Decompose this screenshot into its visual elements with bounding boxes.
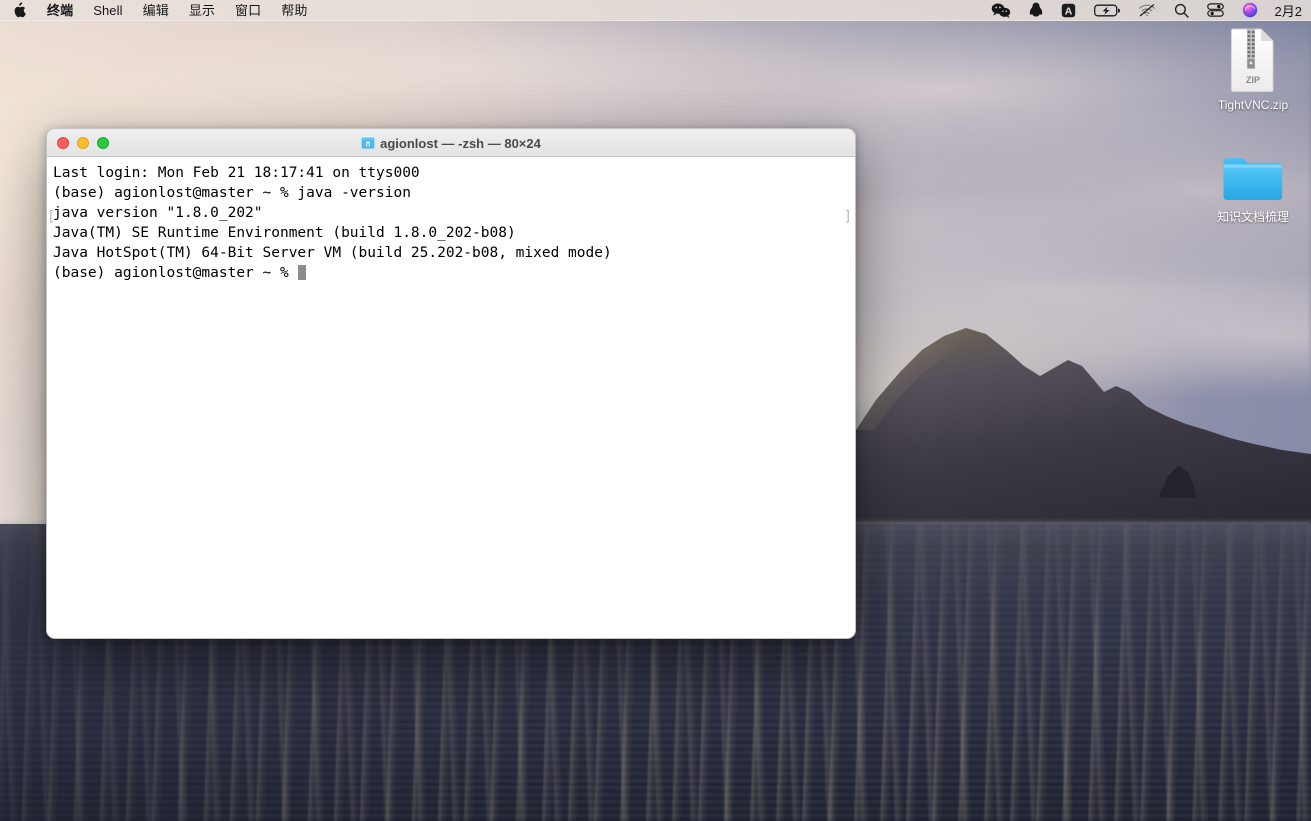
svg-text:A: A — [1064, 5, 1072, 17]
battery-charging-icon[interactable] — [1085, 0, 1129, 21]
terminal-line: Java(TM) SE Runtime Environment (build 1… — [53, 223, 855, 243]
menu-item-help[interactable]: 帮助 — [271, 0, 317, 21]
zip-file-icon: ZIP — [1227, 28, 1279, 92]
minimize-button[interactable] — [77, 137, 89, 149]
menu-item-terminal[interactable]: 终端 — [37, 0, 83, 21]
control-center-icon[interactable] — [1198, 0, 1233, 21]
menu-item-shell[interactable]: Shell — [83, 0, 132, 21]
terminal-title-group: agionlost — -zsh — 80×24 — [47, 129, 855, 157]
terminal-title-bar[interactable]: agionlost — -zsh — 80×24 — [47, 129, 855, 157]
desktop-icon-label: 知识文档梳理 — [1213, 209, 1293, 225]
wifi-off-icon[interactable] — [1129, 0, 1165, 21]
maximize-button[interactable] — [97, 137, 109, 149]
folder-icon — [1221, 140, 1285, 204]
siri-icon[interactable] — [1233, 0, 1267, 21]
input-method-a-icon[interactable]: A — [1052, 0, 1085, 21]
terminal-line: (base) agionlost@master ~ % java -versio… — [53, 183, 855, 203]
menu-bar: 终端 Shell 编辑 显示 窗口 帮助 — [0, 0, 1311, 21]
spotlight-search-icon[interactable] — [1165, 0, 1198, 21]
menu-item-window[interactable]: 窗口 — [225, 0, 271, 21]
terminal-title: agionlost — -zsh — 80×24 — [380, 136, 541, 151]
menu-item-edit[interactable]: 编辑 — [133, 0, 179, 21]
terminal-prompt-line: (base) agionlost@master ~ % — [53, 263, 855, 283]
terminal-line: Java HotSpot(TM) 64-Bit Server VM (build… — [53, 243, 855, 263]
terminal-window[interactable]: agionlost — -zsh — 80×24 [ ] Last login:… — [46, 128, 856, 639]
menu-bar-left: 终端 Shell 编辑 显示 窗口 帮助 — [0, 0, 317, 21]
window-controls — [47, 137, 109, 149]
terminal-cursor — [298, 265, 306, 280]
menu-bar-clock[interactable]: 2月2 — [1267, 1, 1306, 20]
desktop: 终端 Shell 编辑 显示 窗口 帮助 — [0, 0, 1311, 821]
terminal-line: java version "1.8.0_202" — [53, 203, 855, 223]
terminal-line: Last login: Mon Feb 21 18:17:41 on ttys0… — [53, 163, 855, 183]
menu-bar-status-area: A — [982, 0, 1311, 21]
svg-text:ZIP: ZIP — [1246, 75, 1260, 85]
qq-penguin-icon[interactable] — [1020, 0, 1052, 21]
prompt-mark-left: [ — [47, 209, 55, 225]
terminal-folder-icon — [361, 136, 375, 150]
terminal-output[interactable]: [ ] Last login: Mon Feb 21 18:17:41 on t… — [47, 157, 855, 639]
wechat-icon[interactable] — [982, 0, 1020, 21]
terminal-prompt: (base) agionlost@master ~ % — [53, 265, 297, 281]
apple-logo-icon[interactable] — [10, 2, 37, 18]
prompt-mark-right: ] — [844, 209, 852, 225]
close-button[interactable] — [57, 137, 69, 149]
desktop-icon-tightvnc-zip[interactable]: ZIP TightVNC.zip — [1198, 28, 1308, 113]
menu-item-view[interactable]: 显示 — [179, 0, 225, 21]
desktop-icon-folder[interactable]: 知识文档梳理 — [1198, 140, 1308, 225]
desktop-icon-label: TightVNC.zip — [1214, 97, 1292, 113]
